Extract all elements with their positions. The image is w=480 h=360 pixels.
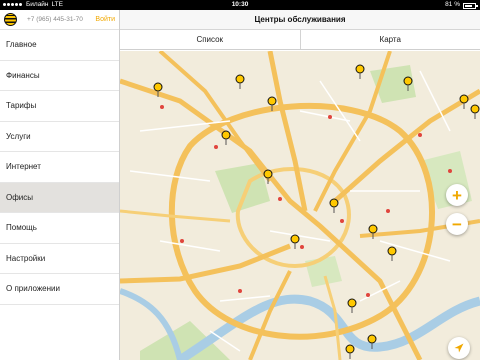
sidebar-item-label: Настройки [6, 253, 46, 263]
view-switcher: Список Карта [120, 30, 480, 50]
phone-number: +7 (965) 445-31-70 [27, 16, 83, 23]
sidebar-item-label: Помощь [6, 223, 37, 233]
sidebar-item-label: Финансы [6, 70, 40, 80]
sidebar-item-label: О приложении [6, 284, 60, 294]
page-title: Центры обслуживания [120, 10, 480, 30]
minor-streets [129, 70, 451, 352]
beeline-logo [4, 13, 17, 26]
park-area [305, 256, 342, 287]
office-marker[interactable] [387, 246, 397, 261]
office-marker[interactable] [235, 74, 245, 89]
radial-road [120, 243, 291, 284]
battery-icon [463, 3, 478, 9]
tab-map[interactable]: Карта [299, 30, 480, 49]
radial-road [267, 51, 308, 212]
office-marker[interactable] [459, 94, 469, 109]
office-marker[interactable] [355, 64, 365, 79]
sidebar-item-about[interactable]: О приложении [0, 274, 119, 305]
clock: 10:30 [231, 1, 249, 8]
office-marker[interactable] [345, 344, 355, 359]
sidebar-item-help[interactable]: Помощь [0, 213, 119, 244]
sidebar-item-settings[interactable]: Настройки [0, 244, 119, 274]
navigation-arrow-icon [454, 343, 464, 353]
locate-me-button[interactable] [448, 337, 470, 359]
login-button[interactable]: Войти [95, 16, 115, 23]
sidebar-item-tariffs[interactable]: Тарифы [0, 91, 119, 122]
sidebar-item-label: Тарифы [6, 101, 37, 111]
radial-road [158, 51, 272, 183]
office-marker[interactable] [263, 169, 273, 184]
office-marker[interactable] [470, 104, 480, 119]
office-marker[interactable] [347, 298, 357, 313]
office-marker[interactable] [329, 198, 339, 213]
sidebar-item-finance[interactable]: Финансы [0, 61, 119, 91]
sidebar: +7 (965) 445-31-70 Войти Главное Финансы… [0, 10, 120, 360]
zoom-out-button[interactable]: − [446, 213, 468, 235]
sidebar-item-offices[interactable]: Офисы [0, 182, 119, 213]
sidebar-item-services[interactable]: Услуги [0, 122, 119, 152]
office-marker[interactable] [290, 234, 300, 249]
status-bar: Билайн LTE 10:30 81 % [0, 0, 480, 10]
plus-icon: + [452, 185, 462, 205]
map-view[interactable]: + − [120, 51, 480, 360]
zoom-in-button[interactable]: + [446, 184, 468, 206]
radial-road [248, 270, 292, 360]
office-marker[interactable] [221, 130, 231, 145]
sidebar-header: +7 (965) 445-31-70 Войти [0, 10, 119, 30]
tab-list[interactable]: Список [120, 30, 300, 49]
minus-icon: − [452, 214, 462, 234]
sidebar-item-label: Услуги [6, 131, 31, 141]
main-panel: Центры обслуживания Список Карта + − [120, 10, 480, 360]
map-canvas[interactable] [120, 51, 480, 360]
river [177, 294, 480, 360]
battery-percent: 81 % [445, 1, 460, 8]
sidebar-item-internet[interactable]: Интернет [0, 152, 119, 183]
sidebar-item-label: Интернет [6, 162, 41, 172]
sidebar-item-main[interactable]: Главное [0, 30, 119, 61]
sidebar-item-label: Офисы [6, 192, 34, 202]
sidebar-item-label: Главное [6, 40, 37, 50]
